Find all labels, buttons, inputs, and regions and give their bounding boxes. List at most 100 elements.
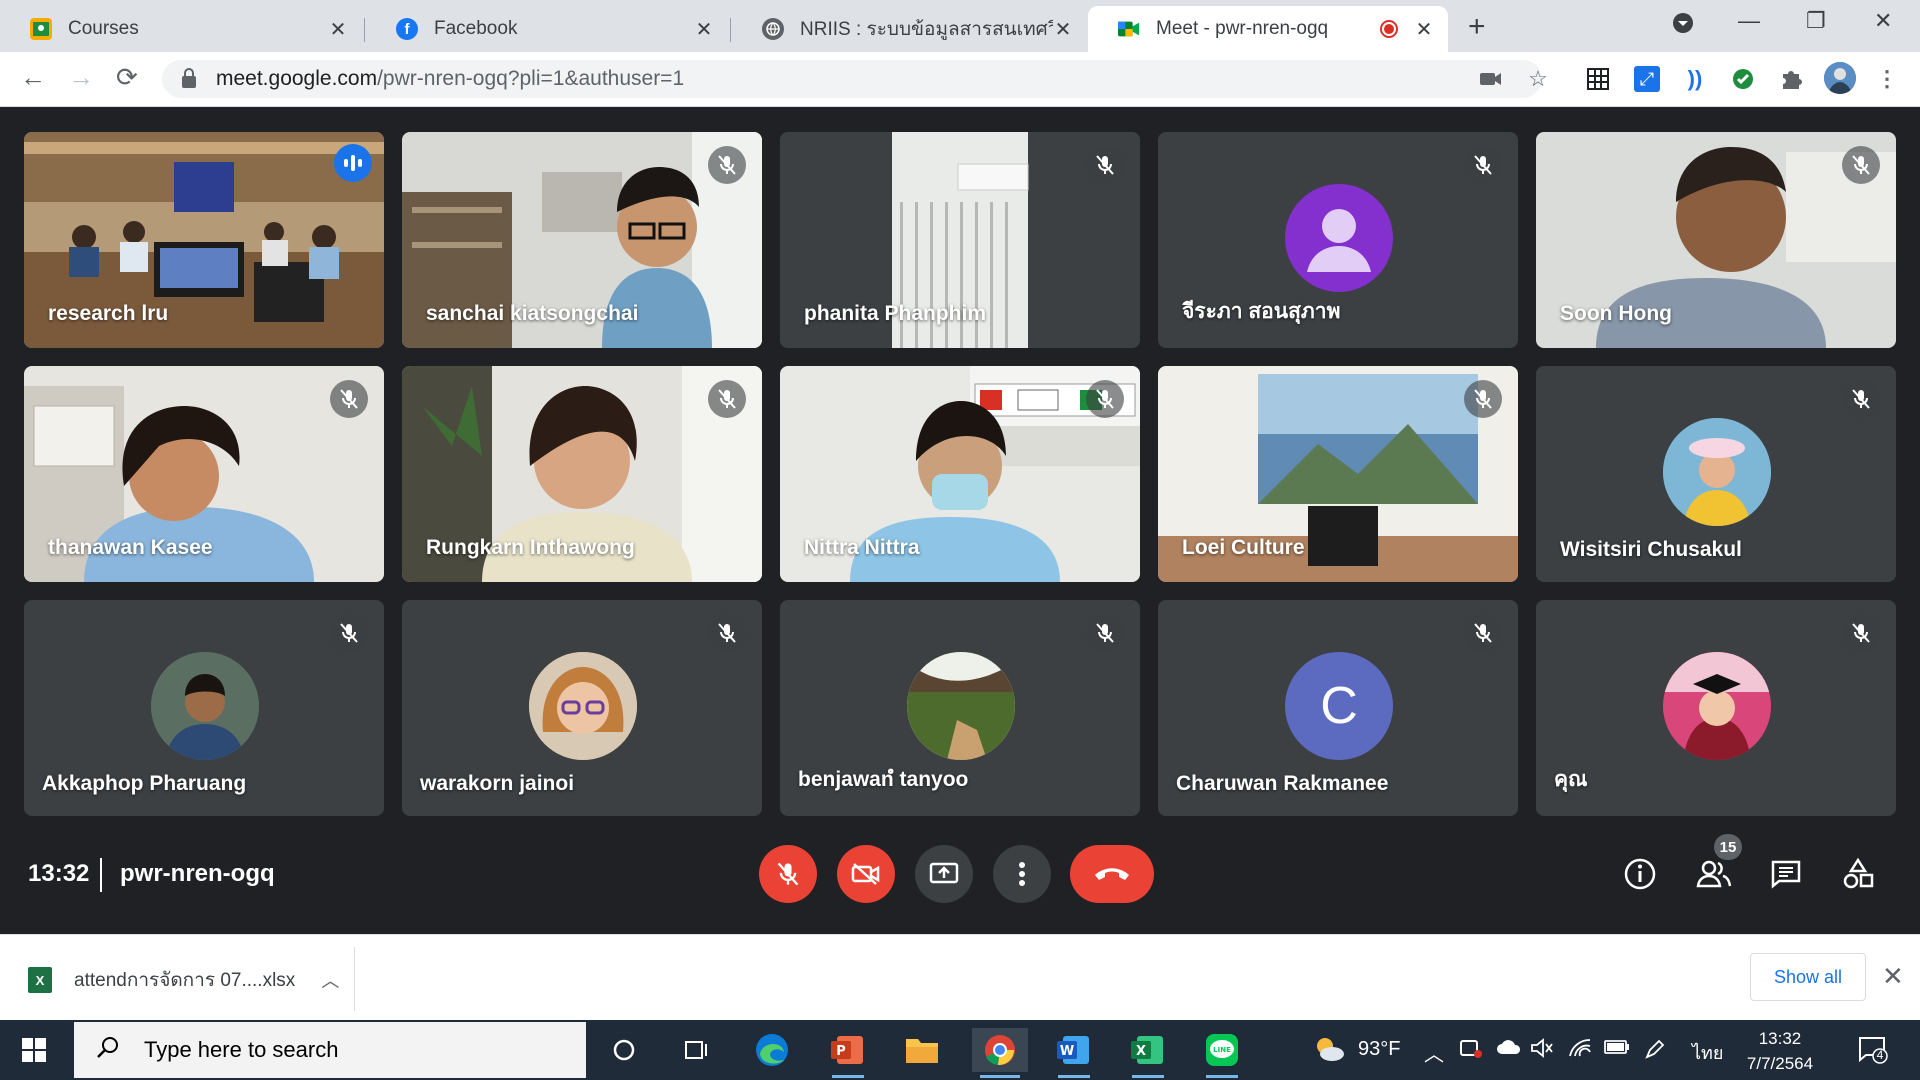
participant-tile[interactable]: Loei Culture bbox=[1158, 366, 1518, 582]
show-all-downloads-button[interactable]: Show all bbox=[1750, 953, 1866, 1001]
file-explorer-icon[interactable] bbox=[898, 1028, 946, 1072]
chevron-up-icon[interactable]: ︿ bbox=[321, 967, 339, 993]
meeting-details-button[interactable] bbox=[1620, 854, 1660, 894]
new-tab-button[interactable]: + bbox=[1468, 10, 1486, 44]
participant-tile[interactable]: Soon Hong bbox=[1536, 132, 1896, 348]
divider bbox=[100, 858, 102, 892]
chat-button[interactable] bbox=[1766, 854, 1806, 894]
microphone-toggle-button[interactable] bbox=[759, 845, 817, 903]
address-bar[interactable]: meet.google.com/pwr-nren-ogq?pli=1&authu… bbox=[162, 60, 1542, 98]
search-icon bbox=[96, 1035, 120, 1065]
people-count-badge: 15 bbox=[1714, 834, 1742, 860]
participant-tile[interactable]: sanchai kiatsongchai bbox=[402, 132, 762, 348]
close-window-icon[interactable]: ✕ bbox=[1874, 8, 1892, 34]
weather-temperature[interactable]: 93°F bbox=[1358, 1038, 1400, 1061]
line-app-icon[interactable]: LINE bbox=[1198, 1028, 1246, 1078]
close-tab-icon[interactable]: ✕ bbox=[694, 17, 714, 42]
grammar-extension-icon[interactable] bbox=[1730, 66, 1756, 92]
tab-divider bbox=[364, 18, 365, 42]
download-item[interactable]: X attendการจัดการ 07....xlsx ︿ bbox=[28, 965, 339, 995]
participant-tile[interactable]: คุณ bbox=[1536, 600, 1896, 816]
extensions-puzzle-icon[interactable] bbox=[1778, 66, 1804, 92]
participant-tile[interactable]: thanawan Kasee bbox=[24, 366, 384, 582]
default-avatar-icon bbox=[1285, 184, 1393, 292]
participant-tile[interactable]: C Charuwan Rakmanee bbox=[1158, 600, 1518, 816]
forward-icon[interactable]: → bbox=[68, 62, 94, 93]
resize-extension-icon[interactable]: ⤢ bbox=[1634, 66, 1660, 92]
chevron-up-icon[interactable]: ︿ bbox=[1424, 1038, 1444, 1067]
excel-file-icon: X bbox=[28, 967, 52, 993]
browser-menu-icon[interactable]: ⋮ bbox=[1874, 66, 1900, 92]
participant-tile[interactable]: warakorn jainoi bbox=[402, 600, 762, 816]
participant-name: Nittra Nittra bbox=[804, 536, 920, 559]
word-icon[interactable]: W bbox=[1050, 1028, 1098, 1078]
back-icon[interactable]: ← bbox=[20, 62, 46, 93]
input-language-indicator[interactable]: ไทย bbox=[1692, 1038, 1723, 1067]
chrome-icon[interactable] bbox=[972, 1028, 1028, 1078]
tab-facebook[interactable]: f Facebook ✕ bbox=[366, 6, 728, 52]
minimize-icon[interactable]: — bbox=[1738, 8, 1760, 34]
speaker-muted-icon[interactable] bbox=[1530, 1038, 1554, 1064]
participant-tile[interactable]: benjawanํ tanyoo bbox=[780, 600, 1140, 816]
battery-icon[interactable] bbox=[1604, 1038, 1630, 1061]
tab-search-icon[interactable] bbox=[1672, 12, 1694, 40]
participant-tile[interactable]: Wisitsiri Chusakul bbox=[1536, 366, 1896, 582]
meet-now-icon[interactable] bbox=[1460, 1038, 1484, 1064]
profile-avatar-icon[interactable] bbox=[1824, 62, 1856, 94]
present-screen-button[interactable] bbox=[915, 845, 973, 903]
mic-off-icon bbox=[1464, 380, 1502, 418]
cortana-icon[interactable] bbox=[600, 1028, 648, 1072]
facebook-icon: f bbox=[396, 18, 418, 40]
mic-off-icon bbox=[708, 380, 746, 418]
tab-nriis[interactable]: NRIIS : ระบบข้อมูลสารสนเทศวิจัยและ ✕ bbox=[732, 6, 1087, 52]
close-tab-icon[interactable]: ✕ bbox=[1053, 17, 1073, 42]
tab-meet[interactable]: Meet - pwr-nren-ogq ✕ bbox=[1088, 6, 1448, 52]
participant-tile[interactable]: Akkaphop Pharuang bbox=[24, 600, 384, 816]
windows-start-icon[interactable] bbox=[22, 1038, 46, 1062]
camera-toggle-button[interactable] bbox=[837, 845, 895, 903]
participant-tile[interactable]: Nittra Nittra bbox=[780, 366, 1140, 582]
close-tab-icon[interactable]: ✕ bbox=[328, 17, 348, 42]
download-file-name: attendการจัดการ 07....xlsx bbox=[74, 970, 296, 991]
weather-icon[interactable] bbox=[1312, 1034, 1346, 1070]
people-button[interactable] bbox=[1694, 854, 1734, 894]
action-center-icon[interactable]: 4 bbox=[1858, 1036, 1888, 1069]
onedrive-cloud-icon[interactable] bbox=[1496, 1038, 1522, 1061]
close-tab-icon[interactable]: ✕ bbox=[1414, 17, 1434, 42]
participant-tile[interactable]: จีระภา สอนสุภาพ bbox=[1158, 132, 1518, 348]
participant-tile[interactable]: phanita Phanphim bbox=[780, 132, 1140, 348]
participant-name: Akkaphop Pharuang bbox=[42, 772, 247, 795]
camera-in-use-icon[interactable] bbox=[1478, 66, 1504, 92]
tab-courses[interactable]: Courses ✕ bbox=[0, 6, 362, 52]
bookmark-star-icon[interactable]: ☆ bbox=[1525, 66, 1551, 92]
speaking-indicator-icon bbox=[334, 144, 372, 182]
mic-off-icon bbox=[1842, 146, 1880, 184]
powerpoint-icon[interactable]: P bbox=[824, 1028, 872, 1078]
svg-text:LINE: LINE bbox=[1213, 1046, 1231, 1054]
taskbar-search-box[interactable]: Type here to search bbox=[74, 1022, 586, 1078]
participant-tile[interactable]: research lru bbox=[24, 132, 384, 348]
pen-icon[interactable] bbox=[1644, 1038, 1666, 1066]
edge-browser-icon[interactable] bbox=[748, 1028, 796, 1072]
close-downloads-bar-icon[interactable]: ✕ bbox=[1882, 961, 1904, 992]
wifi-icon[interactable] bbox=[1568, 1038, 1592, 1064]
system-time: 13:32 bbox=[1758, 1029, 1802, 1048]
task-view-icon[interactable] bbox=[672, 1028, 720, 1072]
leave-call-button[interactable] bbox=[1070, 845, 1154, 903]
lock-icon[interactable] bbox=[182, 68, 196, 88]
mic-off-icon bbox=[1086, 146, 1124, 184]
svg-text:W: W bbox=[1060, 1044, 1074, 1059]
read-aloud-extension-icon[interactable]: )) bbox=[1682, 66, 1708, 92]
activities-button[interactable] bbox=[1838, 854, 1878, 894]
restore-icon[interactable]: ❐ bbox=[1806, 8, 1826, 34]
browser-toolbar: ← → ⟳ meet.google.com/pwr-nren-ogq?pli=1… bbox=[0, 52, 1920, 107]
meeting-time: 13:32 bbox=[28, 860, 90, 887]
tab-title: NRIIS : ระบบข้อมูลสารสนเทศวิจัยและ bbox=[800, 19, 1053, 40]
system-clock[interactable]: 13:32 7/7/2564 bbox=[1742, 1026, 1818, 1076]
more-options-button[interactable] bbox=[993, 845, 1051, 903]
excel-icon[interactable]: X bbox=[1124, 1028, 1172, 1078]
participant-tile[interactable]: Rungkarn Inthawong bbox=[402, 366, 762, 582]
recording-indicator-icon bbox=[1380, 20, 1398, 38]
grid-extension-icon[interactable] bbox=[1585, 66, 1611, 92]
reload-icon[interactable]: ⟳ bbox=[116, 62, 138, 93]
